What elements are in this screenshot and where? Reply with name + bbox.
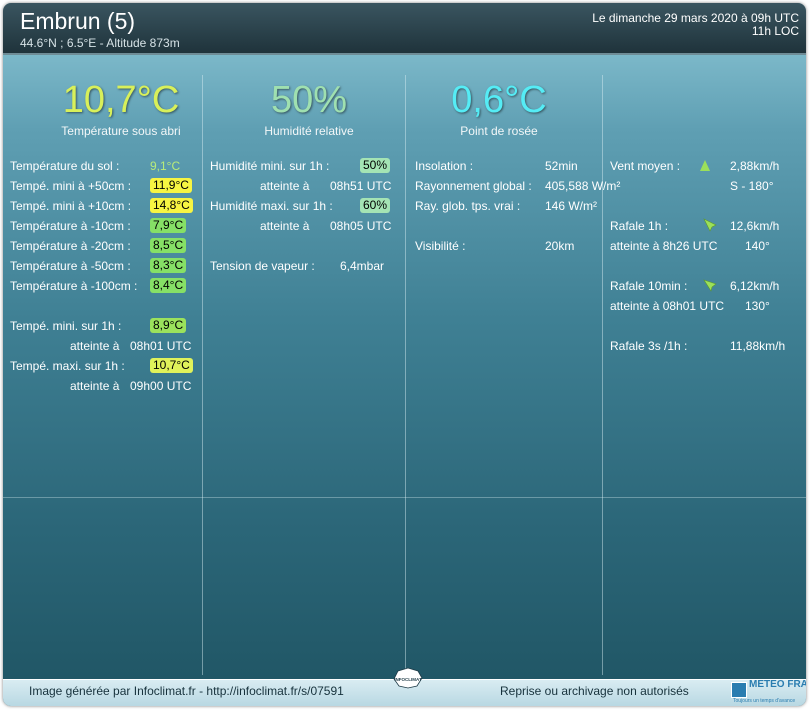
- temp-min-50cm-label: Tempé. mini à +50cm :: [10, 179, 132, 193]
- vapor-pressure-label: Tension de vapeur :: [210, 259, 315, 273]
- dewpoint-caption: Point de rosée: [460, 124, 538, 138]
- global-radiation-label: Rayonnement global :: [415, 179, 532, 193]
- humidity-min-1h-reached-time: 08h51 UTC: [330, 179, 392, 193]
- infoclimat-logo-text: INFOCLIMAT: [394, 677, 422, 682]
- gust-10min-label: Rafale 10min :: [610, 279, 688, 293]
- column-divider: [602, 75, 603, 675]
- gust-3s-label: Rafale 3s /1h :: [610, 339, 688, 353]
- wind-direction-arrow-icon: [700, 160, 710, 171]
- temp-minus100cm-badge: 8,4°C: [150, 278, 187, 293]
- row-divider: [3, 497, 806, 498]
- footer-rights: Reprise ou archivage non autorisés: [500, 684, 689, 698]
- temp-minus20cm-label: Température à -20cm :: [10, 239, 131, 253]
- wind-mean-label: Vent moyen :: [610, 159, 681, 173]
- humidity-min-1h-reached-label: atteinte à: [260, 179, 310, 193]
- wind-mean-speed: 2,88km/h: [730, 159, 780, 173]
- temp-minus50cm-badge: 8,3°C: [150, 258, 187, 273]
- footer-credit: Image générée par Infoclimat.fr - http:/…: [29, 684, 344, 698]
- humidity-value: 50%: [270, 79, 348, 121]
- temp-minus50cm-label: Température à -50cm :: [10, 259, 131, 273]
- meteo-france-logo-text: METEO FRANCE: [749, 679, 806, 690]
- humidity-min-1h-label: Humidité mini. sur 1h :: [210, 159, 330, 173]
- humidity-max-1h-reached-label: atteinte à: [260, 219, 310, 233]
- temp-minus10cm-label: Température à -10cm :: [10, 219, 131, 233]
- temp-max-1h-reached-time: 09h00 UTC: [130, 379, 192, 393]
- gust-1h-speed: 12,6km/h: [730, 219, 780, 233]
- gust-10min-reached: atteinte à 08h01 UTC: [610, 299, 725, 313]
- soil-temp-label: Température du sol :: [10, 159, 120, 173]
- temp-max-1h-badge: 10,7°C: [150, 358, 193, 373]
- insolation-value: 52min: [545, 159, 578, 173]
- gust-3s-speed: 11,88km/h: [730, 339, 786, 353]
- station-name: Embrun (5): [20, 8, 136, 34]
- vapor-pressure-value: 6,4mbar: [340, 259, 385, 273]
- gust-1h-reached: atteinte à 8h26 UTC: [610, 239, 718, 253]
- insolation-label: Insolation :: [415, 159, 474, 173]
- gust-direction-arrow-icon: [703, 279, 717, 292]
- visibility-label: Visibilité :: [415, 239, 466, 253]
- temp-min-1h-reached-label: atteinte à: [70, 339, 120, 353]
- dewpoint-value: 0,6°C: [451, 79, 547, 121]
- column-divider: [202, 75, 203, 675]
- temp-minus10cm-badge: 7,9°C: [150, 218, 187, 233]
- temp-max-1h-label: Tempé. maxi. sur 1h :: [10, 359, 125, 373]
- humidity-caption: Humidité relative: [264, 124, 354, 138]
- gust-10min-direction: 130°: [745, 299, 770, 313]
- temp-min-10cm-badge: 14,8°C: [150, 198, 193, 213]
- infoclimat-logo: INFOCLIMAT: [393, 667, 423, 689]
- temp-min-1h-reached-time: 08h01 UTC: [130, 339, 192, 353]
- temp-min-1h-badge: 8,9°C: [150, 318, 187, 333]
- observation-date: Le dimanche 29 mars 2020 à 09h UTC: [592, 11, 799, 25]
- temperature-value: 10,7°C: [62, 79, 180, 121]
- column-divider: [405, 75, 406, 675]
- temp-max-1h-reached-label: atteinte à: [70, 379, 120, 393]
- true-time-radiation-value: 146 W/m²: [545, 199, 598, 213]
- gust-direction-arrow-icon: [703, 218, 717, 232]
- humidity-max-1h-reached-time: 08h05 UTC: [330, 219, 392, 233]
- station-coordinates: 44.6°N ; 6.5°E - Altitude 873m: [20, 36, 180, 50]
- humidity-max-1h-label: Humidité maxi. sur 1h :: [210, 199, 333, 213]
- wind-mean-direction: S - 180°: [730, 179, 774, 193]
- meteo-france-logo: METEO FRANCE Toujours un temps d'avance: [731, 679, 806, 704]
- meteo-france-logo-tagline: Toujours un temps d'avance: [733, 698, 796, 704]
- temp-minus100cm-label: Température à -100cm :: [10, 279, 138, 293]
- humidity-max-1h-badge: 60%: [360, 198, 391, 213]
- meteo-france-logo-mark: [731, 682, 747, 698]
- visibility-value: 20km: [545, 239, 575, 253]
- weather-panel: Embrun (5) 44.6°N ; 6.5°E - Altitude 873…: [3, 3, 806, 706]
- temperature-caption: Température sous abri: [61, 124, 181, 138]
- temp-min-50cm-badge: 11,9°C: [150, 178, 192, 193]
- observation-local-time: 11h LOC: [751, 24, 799, 38]
- temp-min-10cm-label: Tempé. mini à +10cm :: [10, 199, 132, 213]
- true-time-radiation-label: Ray. glob. tps. vrai :: [415, 199, 521, 213]
- header-bar: Embrun (5) 44.6°N ; 6.5°E - Altitude 873…: [3, 3, 806, 55]
- gust-1h-label: Rafale 1h :: [610, 219, 669, 233]
- temp-min-1h-label: Tempé. mini. sur 1h :: [10, 319, 122, 333]
- soil-temp-value: 9,1°C: [150, 159, 181, 173]
- temp-minus20cm-badge: 8,5°C: [150, 238, 187, 253]
- global-radiation-value: 405,588 W/m²: [545, 179, 621, 193]
- gust-1h-direction: 140°: [745, 239, 770, 253]
- humidity-min-1h-badge: 50%: [360, 158, 391, 173]
- gust-10min-speed: 6,12km/h: [730, 279, 780, 293]
